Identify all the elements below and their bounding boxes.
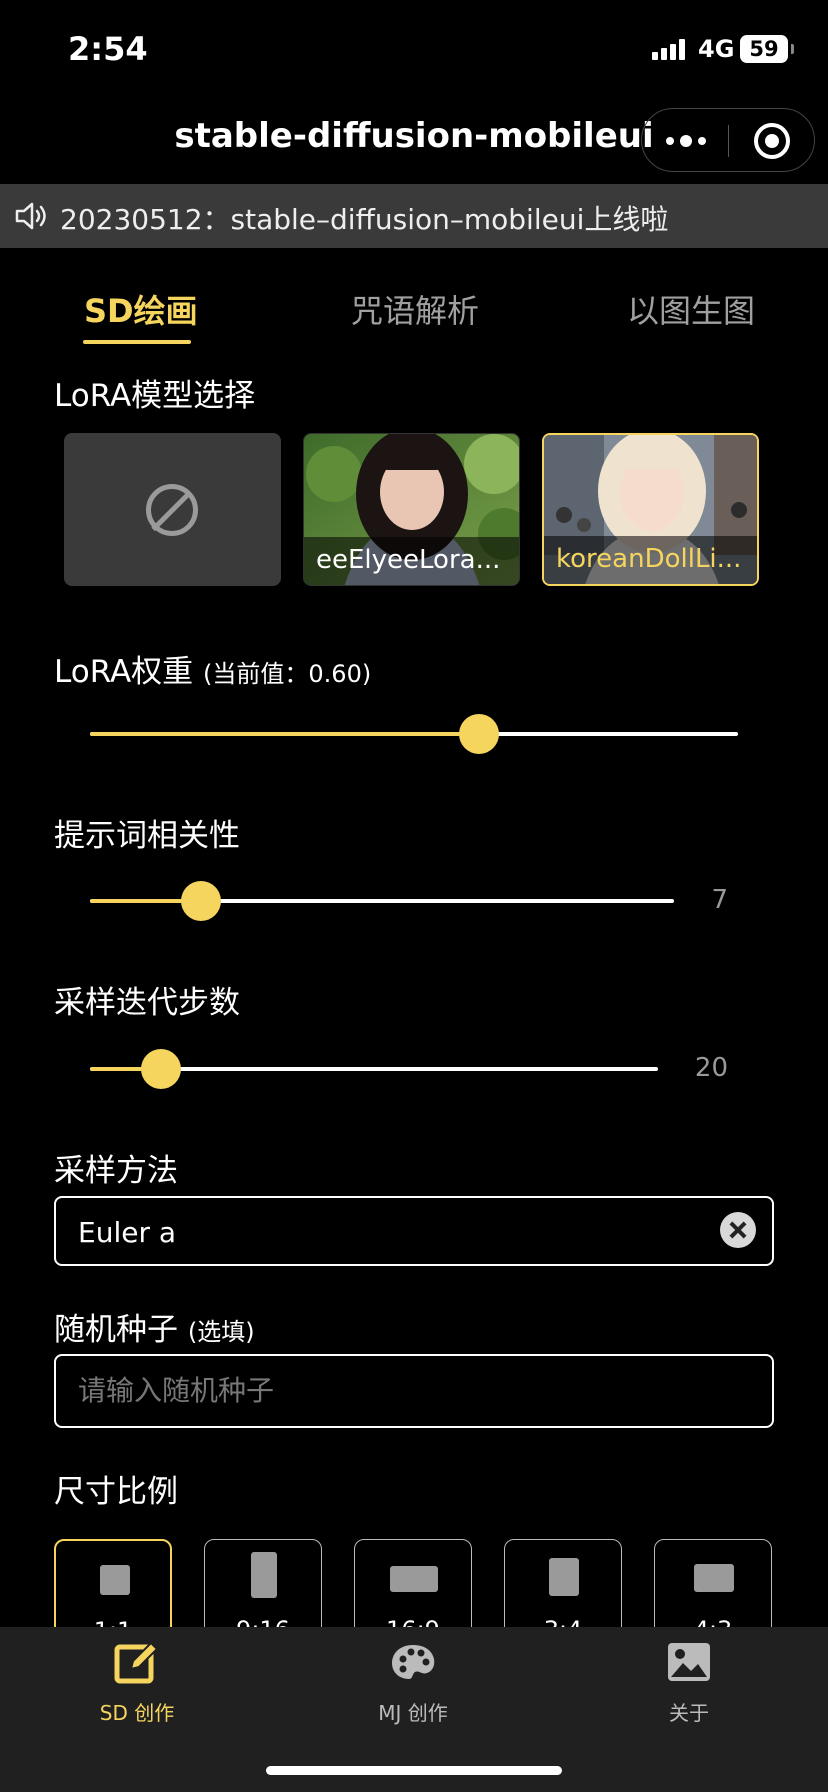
ratio-shape [251,1552,277,1598]
capsule-divider [728,125,729,157]
image-icon [668,1643,710,1681]
palette-icon [392,1645,435,1679]
slider-thumb[interactable] [458,714,499,754]
cfg-label: 提示词相关性 [54,818,240,854]
sampler-value: Euler a [78,1216,177,1249]
sampler-label: 采样方法 [54,1153,178,1189]
seed-hint: (选填) [187,1318,255,1346]
ratio-shape [390,1566,438,1592]
more-icon[interactable] [666,133,708,149]
lora-weight-slider[interactable] [90,714,738,754]
tab-image-to-image[interactable]: 以图生图 [627,286,755,332]
battery-icon: 59 [740,35,794,63]
status-time: 2:54 [68,30,148,68]
notice-text: 20230512：stable–diffusion–mobileui上线啦 [60,203,669,236]
miniprogram-capsule [641,108,815,172]
ratio-shape [549,1558,579,1596]
seed-title: 随机种子 [54,1312,178,1348]
edit-icon [114,1641,159,1684]
tabbar-sd-create[interactable]: SD 创作 [67,1639,207,1726]
seed-label: 随机种子 (选填) [54,1304,255,1349]
tabbar-label: SD 创作 [99,1701,175,1725]
lora-card-none[interactable] [64,433,281,586]
network-type: 4G [698,35,735,63]
ratio-shape [694,1564,734,1592]
lora-card-koreandoll[interactable]: koreanDollLi... [542,433,759,586]
tab-sd-drawing[interactable]: SD绘画 [84,286,198,332]
tabbar-label: MJ 创作 [378,1701,448,1725]
lora-section-title: LoRA模型选择 [54,378,256,414]
sampler-select[interactable]: Euler a [54,1196,774,1266]
close-miniprogram-icon[interactable] [754,123,790,159]
clear-icon[interactable] [720,1212,756,1248]
status-bar: 2:54 4G 59 [0,0,828,100]
lora-card-caption: eeElyeeLora... [304,537,519,585]
slider-thumb[interactable] [180,881,221,921]
lora-card-eeelyee[interactable]: eeElyeeLora... [303,433,520,586]
forbidden-icon [146,484,198,536]
lora-card-caption: koreanDollLi... [544,536,757,584]
steps-value: 20 [694,1053,728,1083]
lora-weight-label: LoRA权重 (当前值：0.60) [54,646,371,691]
home-indicator [266,1766,562,1775]
cfg-slider[interactable] [90,881,674,921]
speaker-icon [15,202,46,230]
seed-field[interactable] [54,1354,774,1428]
lora-weight-title: LoRA权重 [54,654,194,690]
tabbar-mj-create[interactable]: MJ 创作 [343,1639,483,1726]
slider-thumb[interactable] [141,1049,181,1089]
seed-input[interactable] [78,1374,738,1407]
signal-icon [652,38,688,60]
ratio-shape [100,1565,130,1595]
tab-underline [83,340,191,344]
lora-weight-hint: (当前值：0.60) [203,660,372,688]
steps-slider[interactable] [90,1049,658,1089]
slider-fill [90,732,479,736]
tabbar-about[interactable]: 关于 [619,1639,759,1726]
tabbar-label: 关于 [669,1701,709,1725]
ratio-label: 尺寸比例 [54,1474,178,1510]
cfg-value: 7 [711,885,728,915]
tab-prompt-analysis[interactable]: 咒语解析 [351,286,479,332]
page-title: stable-diffusion-mobileui [174,116,654,156]
notice-bar: 20230512：stable–diffusion–mobileui上线啦 [0,184,828,248]
steps-label: 采样迭代步数 [54,985,240,1021]
